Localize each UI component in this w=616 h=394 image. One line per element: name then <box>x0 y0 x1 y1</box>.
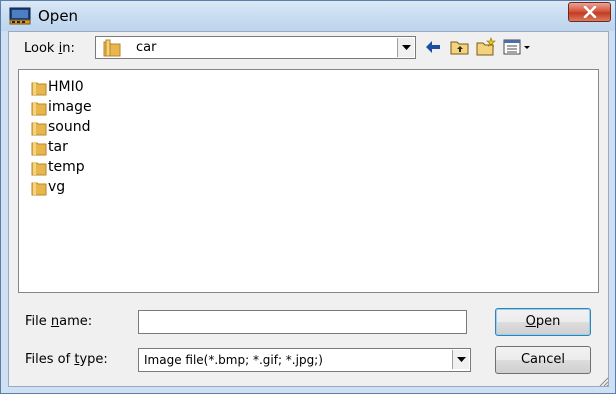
look-in-label: Look in: <box>24 41 75 56</box>
folder-icon <box>103 39 121 57</box>
file-name: image <box>48 99 92 115</box>
back-arrow-icon[interactable] <box>423 37 445 57</box>
file-name: tar <box>48 139 68 155</box>
open-button[interactable]: Open <box>495 308 591 336</box>
look-in-value: car <box>136 40 157 55</box>
title-bar[interactable]: Open <box>1 1 615 31</box>
chevron-down-icon <box>402 45 411 50</box>
file-name-input[interactable] <box>138 310 467 334</box>
window-title: Open <box>38 7 79 25</box>
file-type-dropdown-arrow[interactable] <box>452 350 469 369</box>
chevron-down-icon <box>457 357 466 362</box>
look-in-dropdown[interactable]: car <box>95 36 416 59</box>
resize-grip-icon[interactable] <box>597 375 609 387</box>
folder-icon <box>31 182 47 196</box>
folder-icon <box>31 102 47 116</box>
close-button[interactable] <box>568 2 611 22</box>
file-name: HMI0 <box>48 79 84 95</box>
application-icon <box>9 7 31 25</box>
folder-icon <box>31 142 47 156</box>
new-folder-icon[interactable] <box>475 37 497 57</box>
view-menu-icon[interactable] <box>502 37 536 57</box>
folder-icon <box>31 162 47 176</box>
file-name: vg <box>48 179 66 195</box>
open-dialog-window: Open Look in: car HMI0 image sound tar t… <box>0 0 616 394</box>
folder-icon <box>31 82 47 96</box>
file-name: temp <box>48 159 85 175</box>
file-type-label: Files of type: <box>25 352 108 367</box>
file-name-label: File name: <box>25 314 93 329</box>
file-name: sound <box>48 119 91 135</box>
folder-icon <box>31 122 47 136</box>
up-folder-icon[interactable] <box>449 37 471 57</box>
file-list[interactable]: HMI0 image sound tar temp vg <box>18 69 599 293</box>
cancel-button[interactable]: Cancel <box>495 346 591 374</box>
file-type-value: Image file(*.bmp; *.gif; *.jpg;) <box>144 353 323 367</box>
file-type-dropdown[interactable]: Image file(*.bmp; *.gif; *.jpg;) <box>138 348 471 372</box>
look-in-dropdown-arrow[interactable] <box>397 38 414 57</box>
close-icon <box>583 6 597 18</box>
